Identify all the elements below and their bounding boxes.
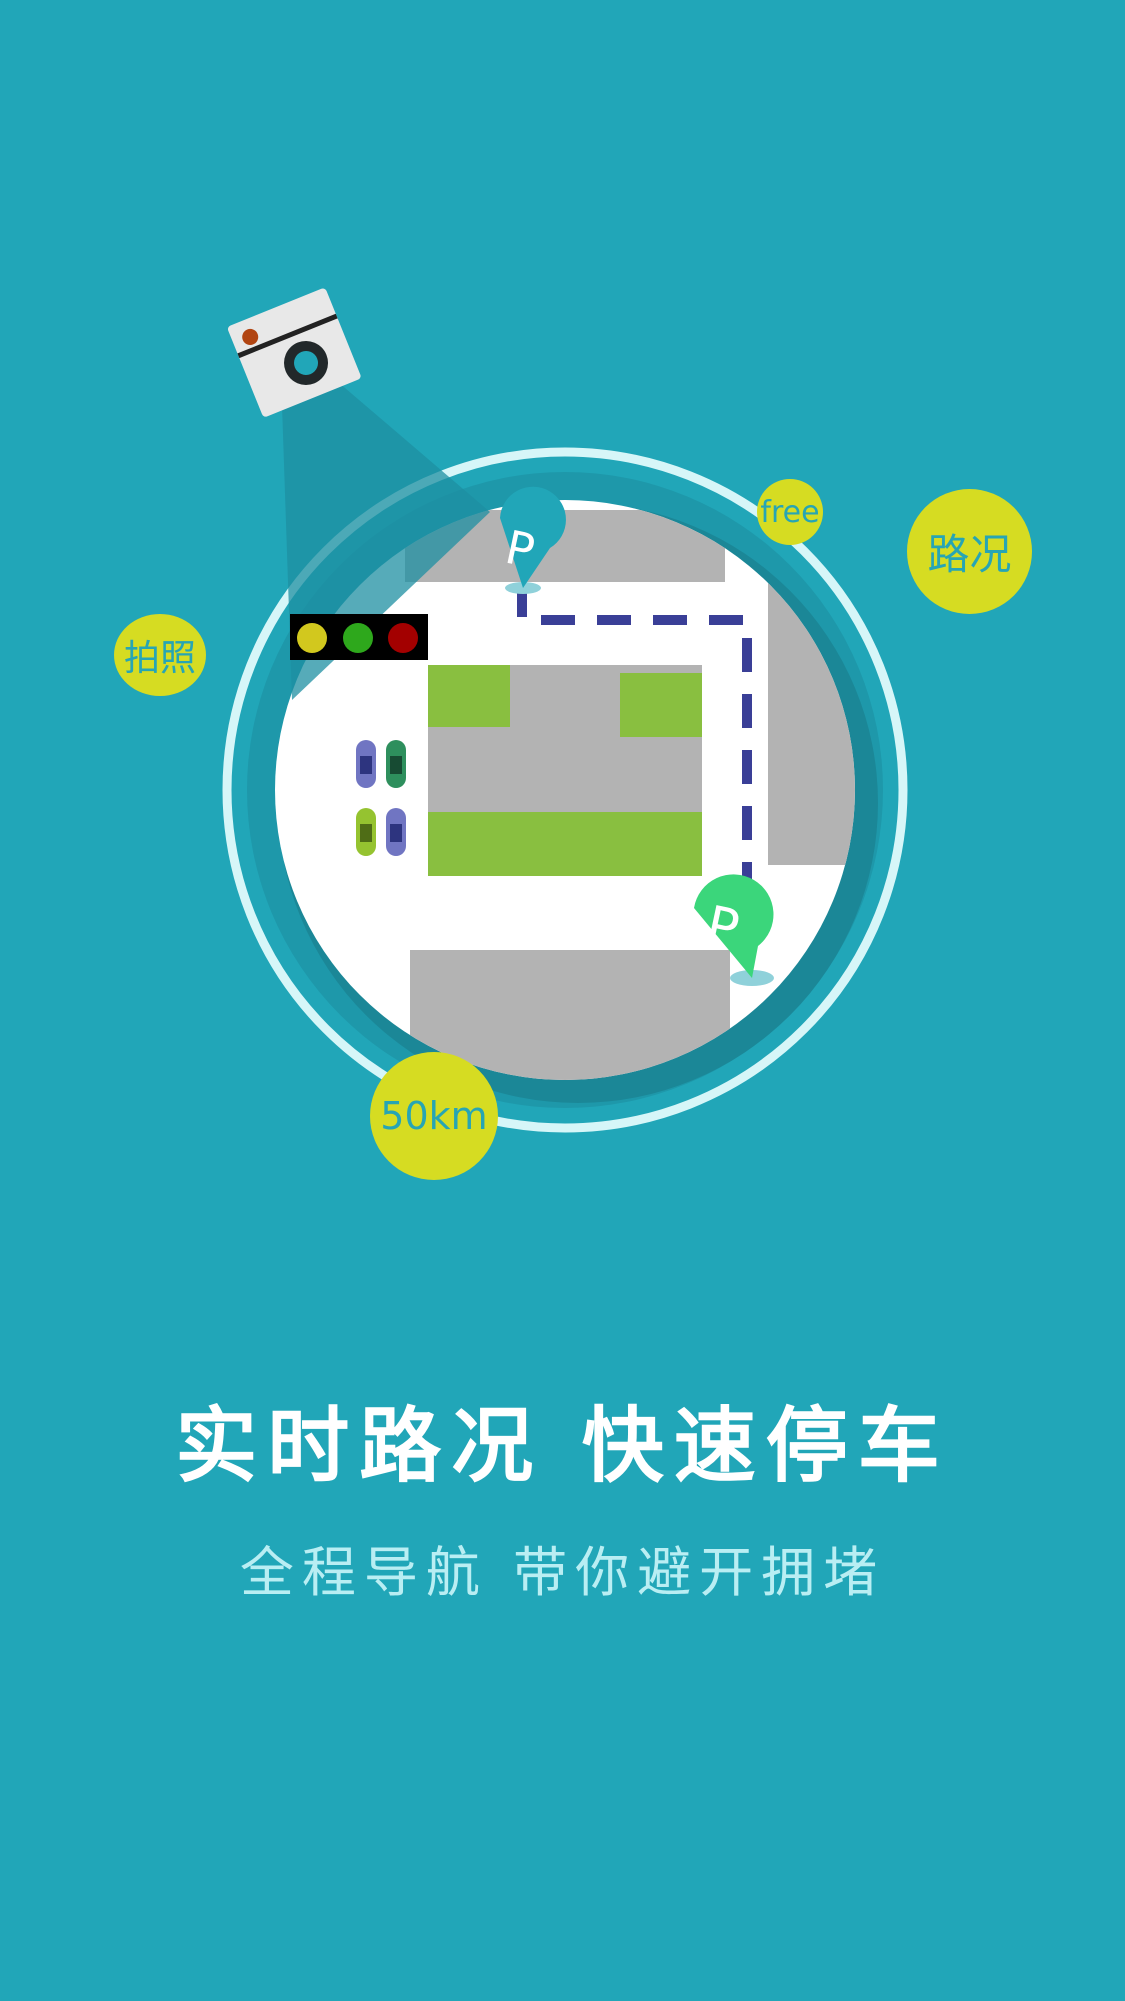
grass [428,812,702,876]
road-condition-badge: 路况 [907,489,1032,614]
free-badge: free [757,479,823,545]
car-icon [356,740,376,788]
headline: 实时路况 快速停车 [175,1399,950,1494]
car-icon [356,808,376,856]
photo-badge: 拍照 [114,614,206,696]
car-icon [386,740,406,788]
car-icon [386,808,406,856]
grass [428,665,510,727]
grass [620,673,702,737]
subline: 全程导航 带你避开拥堵 [239,1541,886,1604]
guide-page: { "guide": { "headline": "实时路况 快速停车", "s… [0,0,1125,2001]
traffic-light-icon [290,614,428,660]
distance-badge: 50km [370,1052,498,1180]
